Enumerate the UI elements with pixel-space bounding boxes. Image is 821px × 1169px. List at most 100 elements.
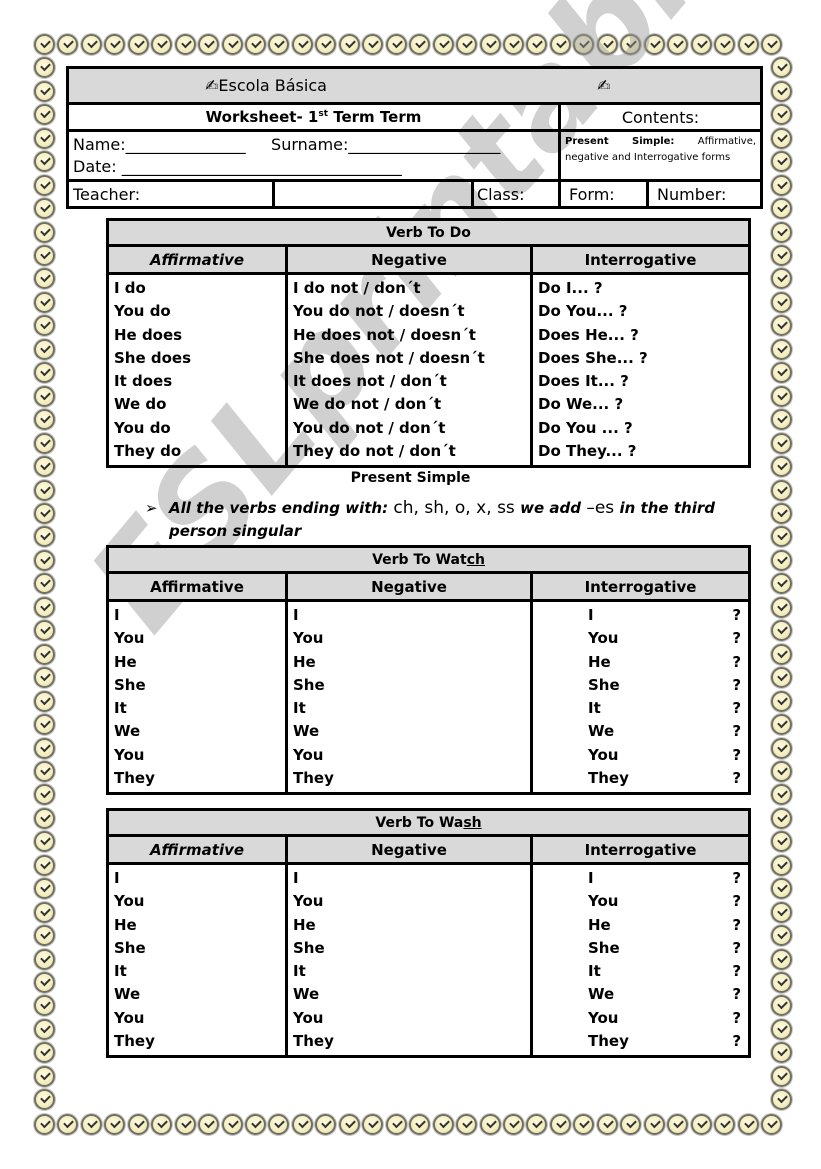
clock-icon <box>456 1114 477 1135</box>
list-item: It does <box>114 372 173 391</box>
interrogative-column[interactable]: I? You? He? She? It? We? You? They? <box>529 861 752 1059</box>
clock-icon <box>128 34 149 55</box>
list-item: They <box>293 1032 334 1051</box>
list-item: He? <box>538 914 743 937</box>
teacher-field[interactable] <box>272 179 474 209</box>
affirmative-column[interactable]: I You He She It We You They <box>106 598 288 796</box>
clock-icon <box>409 1114 430 1135</box>
list-item: It <box>114 699 127 718</box>
clock-icon <box>362 1114 383 1135</box>
column-header-interrogative: Interrogative <box>530 244 751 275</box>
clock-icon <box>771 667 792 688</box>
contents-label: Contents: <box>557 102 764 132</box>
clock-icon <box>771 128 792 149</box>
rule-bullet: ➢ All the verbs ending with: ch, sh, o, … <box>145 498 715 540</box>
question-mark: ? <box>732 606 742 624</box>
list-item: You <box>293 745 324 764</box>
clock-icon <box>771 1019 792 1040</box>
verb-to-do-table: Verb To Do Affirmative Negative Interrog… <box>106 218 751 469</box>
list-item: I <box>114 606 120 624</box>
clock-icon <box>34 761 55 782</box>
clock-icon <box>771 175 792 196</box>
question-mark: ? <box>732 769 742 788</box>
list-item: They do <box>114 442 182 461</box>
list-item: Do They... ? <box>538 442 637 461</box>
clock-icon <box>34 339 55 360</box>
clock-icon <box>34 855 55 876</box>
negative-column[interactable]: I You He She It We You They <box>285 861 533 1059</box>
clock-icon <box>81 1114 102 1135</box>
date-field[interactable]: Date: __________________________________… <box>73 156 554 178</box>
clock-icon <box>771 362 792 383</box>
clock-icon <box>222 34 243 55</box>
list-item: We? <box>538 720 743 743</box>
clock-icon <box>433 1114 454 1135</box>
list-item: Do I... ? <box>538 279 603 297</box>
table-title: Verb To Wash <box>105 808 752 837</box>
teacher-label: Teacher: <box>66 179 275 209</box>
surname-field[interactable]: Surname:___________________ <box>271 135 500 154</box>
clock-icon <box>34 620 55 641</box>
clock-icon <box>771 386 792 407</box>
question-mark: ? <box>732 1008 742 1027</box>
clock-icon <box>104 1114 125 1135</box>
clock-icon <box>104 34 125 55</box>
clock-icon <box>771 738 792 759</box>
question-mark: ? <box>732 652 742 671</box>
list-item: He <box>293 915 316 934</box>
list-item: Do We... ? <box>538 395 624 414</box>
name-field[interactable]: Name:_______________ <box>73 135 246 154</box>
clock-icon <box>550 1114 571 1135</box>
list-item: I do not / don´t <box>293 279 421 297</box>
clock-icon <box>771 81 792 102</box>
arrow-bullet-icon: ➢ <box>145 499 158 517</box>
list-item: He? <box>538 651 743 674</box>
question-mark: ? <box>732 915 742 934</box>
list-item: We <box>293 985 320 1004</box>
list-item: It <box>114 962 127 981</box>
suffix: –es <box>586 498 615 518</box>
interrogative-column[interactable]: I? You? He? She? It? We? You? They? <box>529 598 752 796</box>
clock-icon <box>315 34 336 55</box>
column-header-negative: Negative <box>285 834 533 865</box>
clock-icon <box>175 1114 196 1135</box>
table-title: Verb To Watch <box>105 545 752 574</box>
list-item: You <box>114 745 145 764</box>
negative-column[interactable]: I You He She It We You They <box>285 598 533 796</box>
section-title: Present Simple <box>350 470 471 486</box>
clock-icon <box>57 1114 78 1135</box>
clock-icon <box>34 57 55 78</box>
clock-icon <box>667 34 688 55</box>
list-item: Do You... ? <box>538 302 628 321</box>
list-item: You <box>293 1008 324 1027</box>
list-item: She <box>114 938 146 957</box>
clock-icon <box>81 34 102 55</box>
clock-icon <box>771 104 792 125</box>
clock-icon <box>34 386 55 407</box>
column-header-interrogative: Interrogative <box>529 571 752 602</box>
clock-icon <box>771 503 792 524</box>
clock-icon <box>738 1114 759 1135</box>
clock-icon <box>573 34 594 55</box>
affirmative-column[interactable]: I You He She It We You They <box>106 861 288 1059</box>
clock-icon <box>771 1042 792 1063</box>
clock-icon <box>771 831 792 852</box>
clock-icon <box>245 1114 266 1135</box>
question-mark: ? <box>732 985 742 1004</box>
clock-icon <box>597 34 618 55</box>
clock-icon <box>198 1114 219 1135</box>
clock-icon <box>526 34 547 55</box>
clock-icon <box>34 315 55 336</box>
clock-icon <box>771 995 792 1016</box>
list-item: He <box>114 915 137 934</box>
clock-icon <box>34 292 55 313</box>
clock-icon <box>714 1114 735 1135</box>
question-mark: ? <box>732 745 742 764</box>
form-label: Form: <box>558 179 649 209</box>
question-mark: ? <box>732 629 742 648</box>
clock-icon <box>771 245 792 266</box>
clock-icon <box>34 433 55 454</box>
list-item: He <box>114 652 137 671</box>
interrogative-column: Do I... ? Do You... ? Does He... ? Does She… <box>530 271 751 469</box>
clock-icon <box>34 902 55 923</box>
